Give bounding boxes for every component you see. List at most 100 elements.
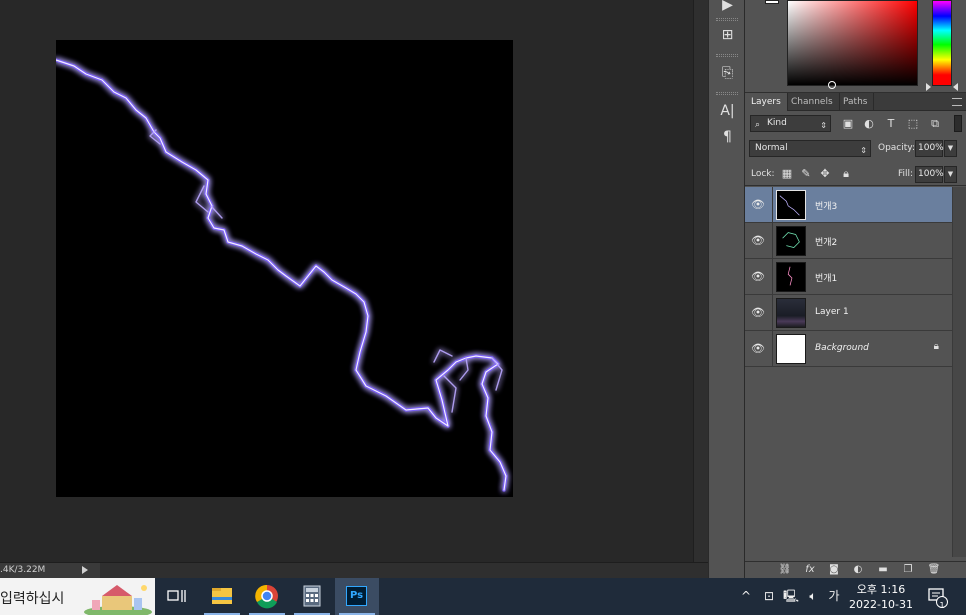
visibility-eye-icon[interactable]: 👁︎: [750, 197, 766, 213]
file-explorer-button[interactable]: [200, 578, 244, 615]
play-icon[interactable]: ▶: [714, 0, 741, 16]
layer-name[interactable]: 번개2: [815, 235, 837, 248]
chrome-icon: [255, 584, 278, 609]
layer-thumbnail: [776, 334, 806, 364]
collapsed-panel-strip: ▶ ⊞ ⎘ A| ¶: [708, 0, 745, 578]
chrome-button[interactable]: [245, 578, 289, 615]
lock-row: Lock: ▦ ✎ ✥ 🔒︎ Fill: 100% ▼: [745, 162, 966, 186]
adjustment-layer-icon[interactable]: ◐: [851, 563, 865, 577]
network-icon[interactable]: 🖳︎: [781, 578, 801, 615]
layers-scrollbar[interactable]: [952, 187, 966, 557]
layer-thumbnail: [776, 262, 806, 292]
lock-position-icon[interactable]: ✥: [818, 167, 832, 181]
select-arrows-icon: ⇕: [820, 121, 827, 130]
search-icon: ⌕: [755, 120, 761, 130]
layer-row[interactable]: 👁︎ 번개1: [745, 259, 952, 295]
taskbar-search-box[interactable]: 입력하십시: [0, 578, 155, 615]
task-view-button[interactable]: [155, 578, 199, 615]
filter-kind-select[interactable]: ⌕ Kind ⇕: [750, 115, 831, 132]
layers-panel-tabs: Layers Channels Paths: [745, 93, 966, 111]
add-mask-icon[interactable]: ◙: [827, 563, 841, 577]
layer-name[interactable]: Background: [815, 343, 869, 353]
clone-source-icon[interactable]: ⎘: [714, 62, 741, 84]
lock-transparent-pixels-icon[interactable]: ▦: [780, 167, 794, 181]
notification-count-badge: 1: [939, 601, 945, 610]
tab-channels[interactable]: Channels: [785, 93, 840, 111]
filter-kind-label: Kind: [767, 118, 787, 128]
pixel-layer-filter-icon[interactable]: ▣: [840, 116, 856, 132]
canvas-workspace[interactable]: [0, 0, 693, 562]
tab-layers[interactable]: Layers: [745, 93, 788, 111]
adjustment-layer-filter-icon[interactable]: ◐: [861, 116, 877, 132]
opacity-input[interactable]: 100%: [915, 140, 944, 157]
fill-dropdown-icon[interactable]: ▼: [944, 166, 957, 183]
visibility-eye-icon[interactable]: 👁︎: [750, 233, 766, 249]
canvas-vertical-scrollbar[interactable]: [693, 0, 708, 562]
lock-all-icon[interactable]: 🔒︎: [839, 167, 853, 181]
lock-image-pixels-icon[interactable]: ✎: [799, 167, 813, 181]
properties-panel-icon[interactable]: ⊞: [714, 24, 741, 46]
new-layer-icon[interactable]: ❐: [901, 563, 915, 577]
layers-list: 👁︎ 번개3 👁︎ 번개2 👁︎ 번개1 👁︎ Layer 1 👁︎ Backg…: [745, 187, 952, 557]
layer-style-fx-icon[interactable]: fx: [803, 563, 817, 577]
new-group-folder-icon[interactable]: ▬: [876, 563, 890, 577]
document-size-readout: .4K/3.22M: [0, 565, 46, 575]
status-bar: .4K/3.22M: [0, 562, 708, 579]
layer-name[interactable]: 번개3: [815, 199, 837, 212]
status-menu-arrow-icon[interactable]: [82, 566, 88, 574]
layer-thumbnail: [776, 190, 806, 220]
opacity-dropdown-icon[interactable]: ▼: [944, 140, 957, 157]
layer-name[interactable]: Layer 1: [815, 307, 849, 317]
trash-icon[interactable]: 🗑︎: [927, 563, 941, 577]
panel-grip[interactable]: [716, 92, 738, 95]
volume-icon[interactable]: 🔈︎: [803, 578, 823, 615]
panel-menu-icon[interactable]: [952, 98, 962, 106]
calculator-button[interactable]: [290, 578, 334, 615]
layers-footer: ⛓ fx ◙ ◐ ▬ ❐ 🗑︎: [745, 561, 966, 578]
link-layers-icon[interactable]: ⛓: [778, 563, 792, 577]
layer-row[interactable]: 👁︎ 번개3: [745, 187, 952, 223]
meet-now-icon[interactable]: ⊡: [760, 578, 778, 615]
hue-slider-right-arrow-icon[interactable]: [953, 83, 958, 91]
character-panel-icon[interactable]: A|: [714, 100, 741, 122]
shape-layer-filter-icon[interactable]: ⬚: [905, 116, 921, 132]
hue-slider-left-arrow-icon[interactable]: [926, 83, 931, 91]
clock-time[interactable]: 오후 1:16: [850, 581, 912, 597]
layer-locked-icon: 🔒︎: [933, 341, 939, 352]
clock-date[interactable]: 2022-10-31: [848, 598, 914, 611]
layer-row[interactable]: 👁︎ 번개2: [745, 223, 952, 259]
filter-toggle-switch[interactable]: [954, 115, 962, 132]
visibility-eye-icon[interactable]: 👁︎: [750, 341, 766, 357]
layer-name[interactable]: 번개1: [815, 271, 837, 284]
divider: [772, 187, 773, 223]
color-picker-marker[interactable]: [828, 81, 836, 89]
paragraph-panel-icon[interactable]: ¶: [714, 126, 741, 148]
divider: [772, 259, 773, 295]
layer-row[interactable]: 👁︎ Layer 1: [745, 295, 952, 331]
visibility-eye-icon[interactable]: 👁︎: [750, 305, 766, 321]
foreground-swatch[interactable]: [765, 0, 779, 4]
blend-mode-select[interactable]: Normal ⇕: [749, 140, 871, 157]
divider: [772, 223, 773, 259]
layer-thumbnail: [776, 226, 806, 256]
hue-slider[interactable]: [932, 0, 952, 86]
right-panel-dock: Layers Channels Paths ⌕ Kind ⇕ ▣ ◐ T ⬚ ⧉…: [745, 0, 966, 578]
canvas-horizontal-scrollbar[interactable]: [100, 563, 708, 579]
photoshop-button[interactable]: Ps: [335, 578, 379, 615]
tab-paths[interactable]: Paths: [837, 93, 875, 111]
visibility-eye-icon[interactable]: 👁︎: [750, 269, 766, 285]
show-hidden-icons-chevron-icon[interactable]: ^: [738, 578, 754, 615]
photoshop-icon: Ps: [346, 586, 367, 606]
ime-language-indicator[interactable]: 가: [826, 578, 842, 615]
photoshop-window: .4K/3.22M ▶ ⊞ ⎘ A| ¶ Layers Channels Pat…: [0, 0, 966, 615]
type-layer-filter-icon[interactable]: T: [883, 116, 899, 132]
panel-grip[interactable]: [716, 54, 738, 57]
notification-center-button[interactable]: 1: [926, 578, 948, 615]
fill-input[interactable]: 100%: [915, 166, 944, 183]
saturation-brightness-field[interactable]: [787, 0, 918, 89]
smart-object-filter-icon[interactable]: ⧉: [927, 116, 943, 132]
layer-row[interactable]: 👁︎ Background 🔒︎: [745, 331, 952, 367]
document-canvas[interactable]: [56, 40, 513, 497]
panel-grip[interactable]: [716, 18, 738, 21]
search-input-text[interactable]: 입력하십시: [0, 588, 64, 608]
